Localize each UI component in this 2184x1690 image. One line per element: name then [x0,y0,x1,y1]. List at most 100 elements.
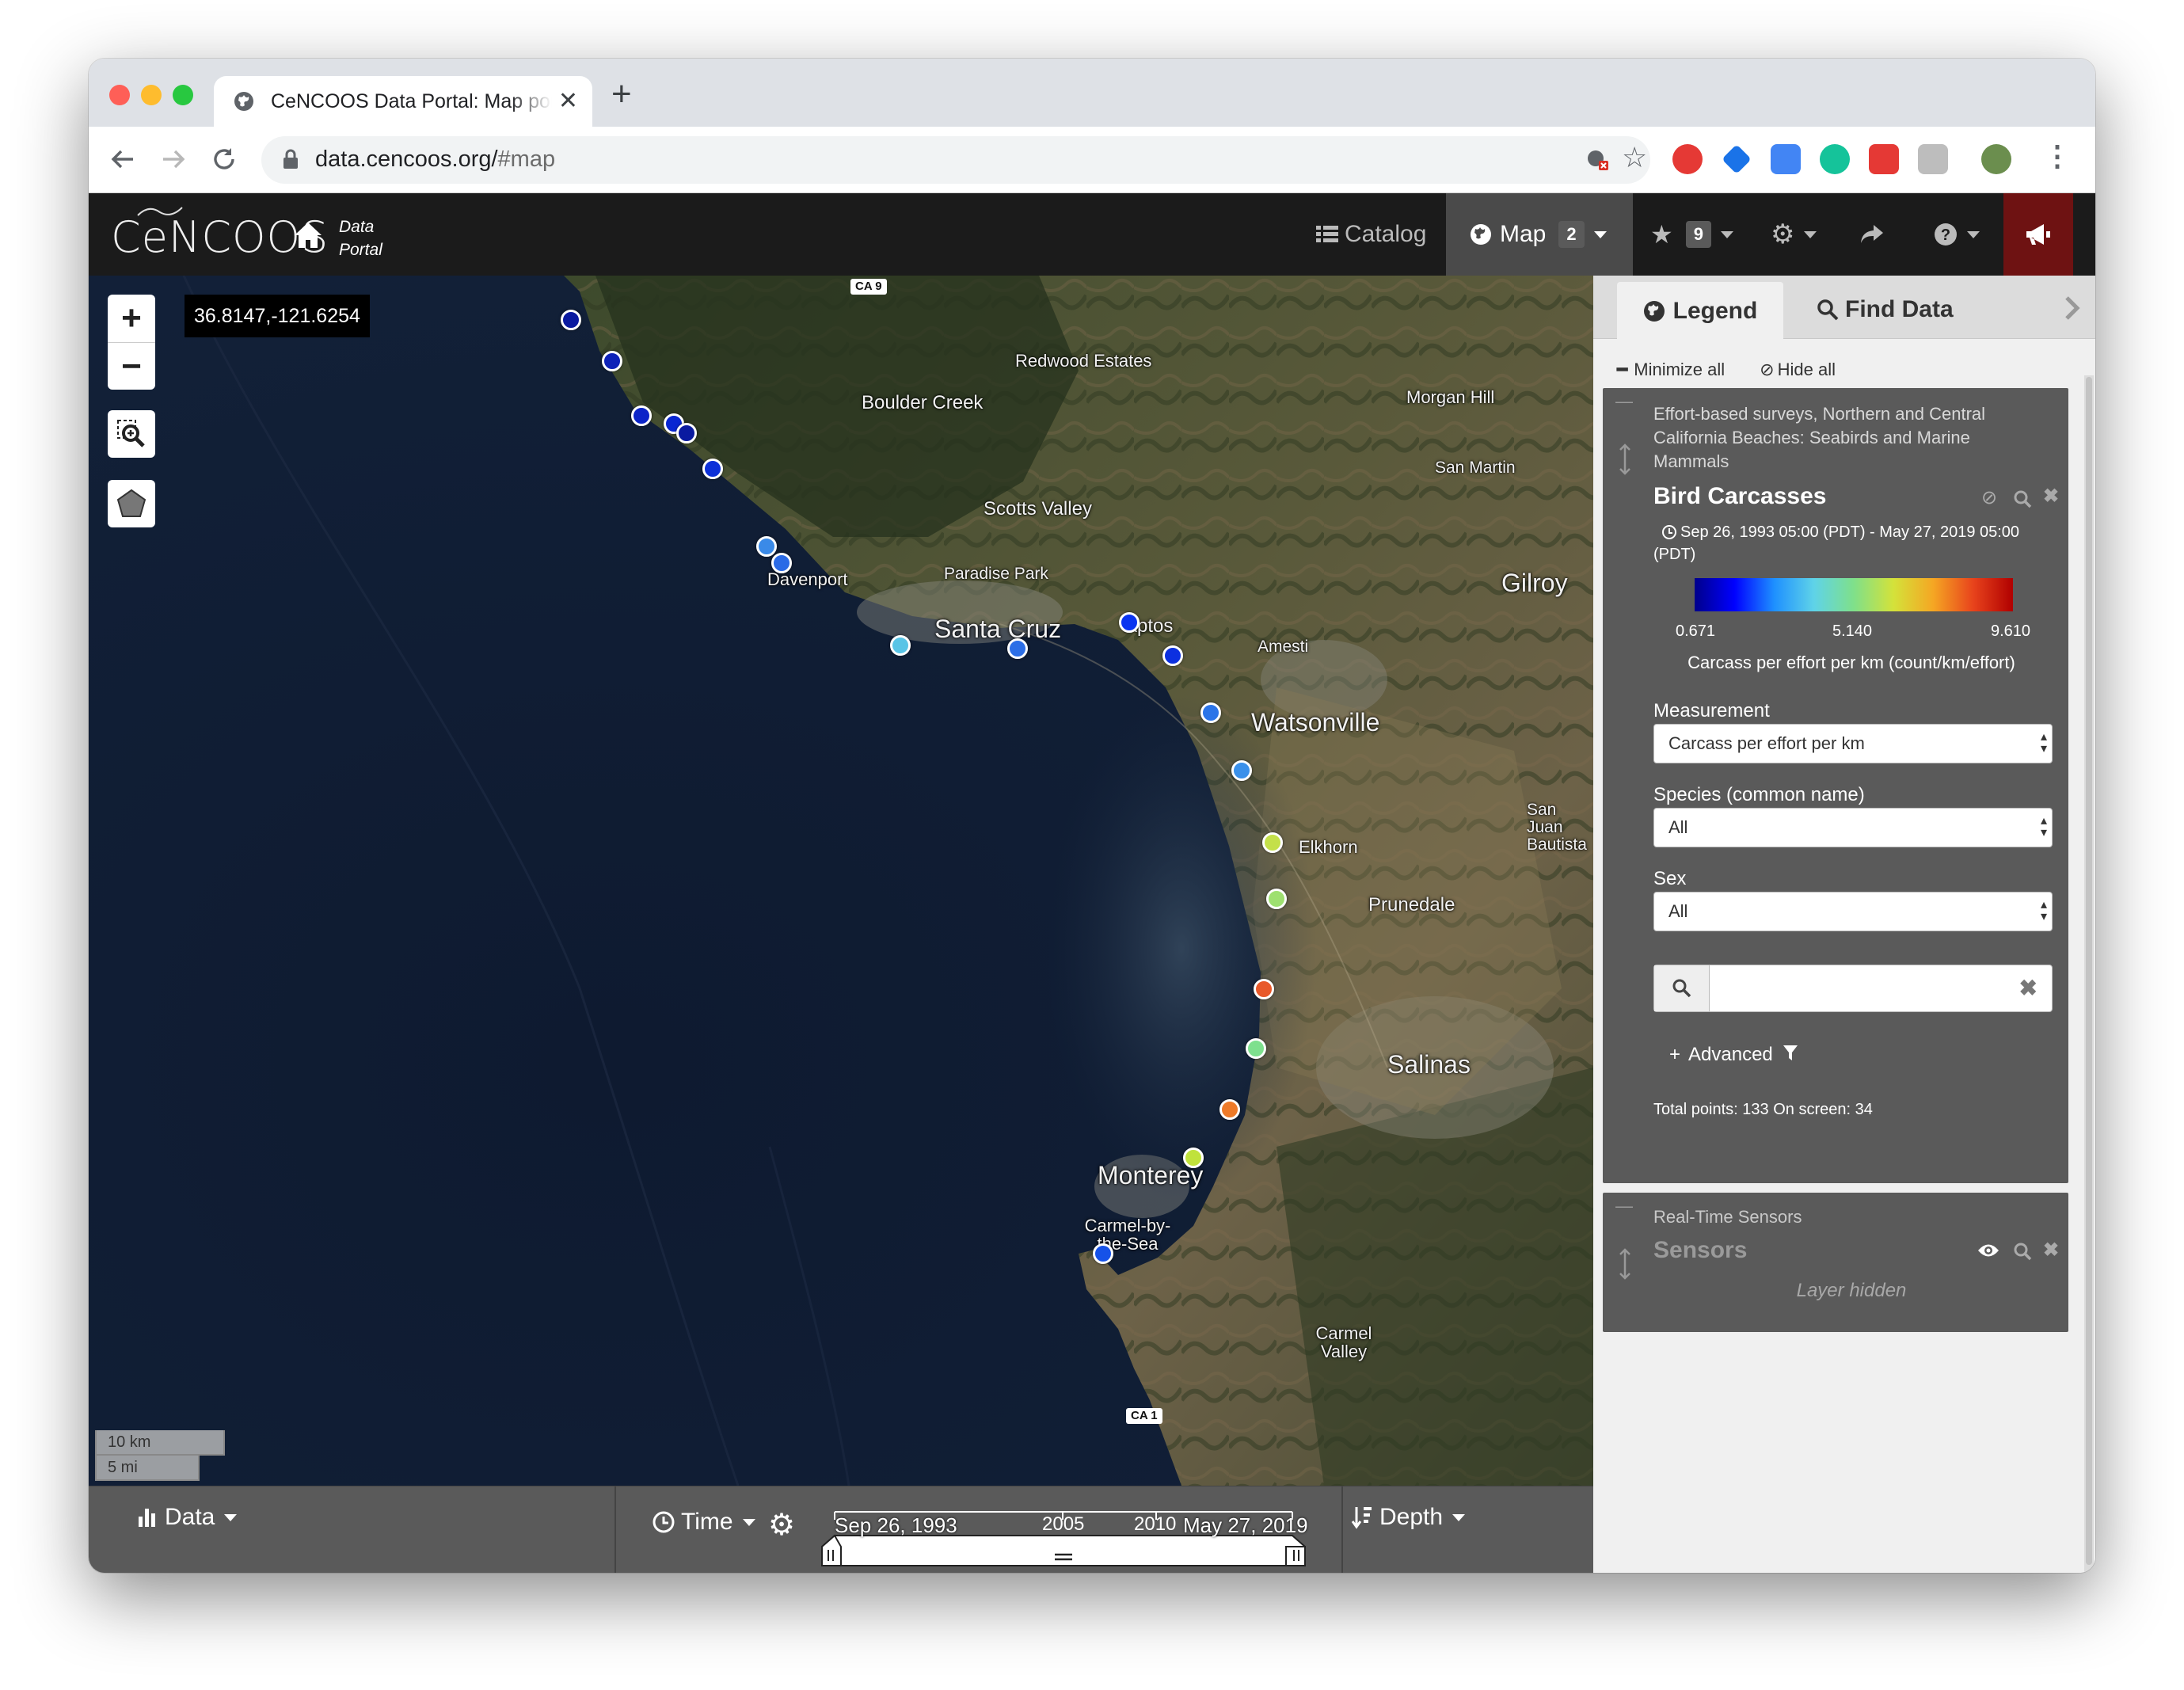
search-icon [1817,299,1839,321]
announcements-button[interactable] [2003,193,2073,276]
remove-layer-icon[interactable]: ✖ [2043,485,2059,508]
data-point-marker[interactable] [1231,760,1252,781]
place-label: Santa Cruz [934,615,1062,643]
css-viewer-extension-icon[interactable] [1918,144,1948,174]
browser-tab[interactable]: CeNCOOS Data Portal: Map portal ✕ [214,76,592,127]
time-dropdown-button[interactable]: Time [653,1509,755,1536]
minimize-layer-icon[interactable]: — [1615,1196,1633,1216]
data-point-marker[interactable] [1266,889,1287,909]
eye-slash-icon: ⊘ [1760,360,1775,379]
google-translate-extension-icon[interactable] [1771,144,1801,174]
star-icon: ★ [1650,220,1673,249]
close-window-button[interactable] [109,85,130,105]
collapse-panel-chevron-icon[interactable] [2064,296,2081,320]
maximize-window-button[interactable] [173,85,193,105]
data-point-marker[interactable] [771,553,792,573]
reload-icon[interactable] [211,146,238,173]
place-label: Paradise Park [944,565,1048,583]
zoom-in-button[interactable]: + [108,295,155,342]
tab-strip: CeNCOOS Data Portal: Map portal ✕ + [89,59,2095,127]
data-point-marker[interactable] [602,351,622,371]
toolbar-divider [614,1486,616,1573]
drag-handle-icon[interactable] [1619,443,1631,475]
tab-close-icon[interactable]: ✕ [558,87,578,115]
browser-toolbar: data.cencoos.org/#map ☆ ⋮ [89,127,2095,193]
megaphone-icon [2026,224,2050,245]
data-point-marker[interactable] [1183,1148,1204,1168]
data-point-marker[interactable] [890,635,911,656]
clear-search-icon[interactable]: ✖ [2019,975,2038,1001]
data-point-marker[interactable] [676,423,697,443]
legend-panel: Legend Find Data ━ Minimize all ⊘ Hide all… [1593,276,2095,1573]
search-icon [1672,979,1691,998]
profile-avatar[interactable] [1981,144,2011,174]
tab-legend[interactable]: Legend [1617,282,1783,341]
data-point-marker[interactable] [1093,1243,1113,1264]
lastpass-extension-icon[interactable] [1869,144,1899,174]
address-bar[interactable]: data.cencoos.org/#map ☆ [261,136,1650,184]
remove-layer-icon[interactable]: ✖ [2043,1239,2059,1262]
species-select[interactable]: All ▴ ▾ [1653,808,2053,847]
forward-arrow-icon[interactable] [160,146,187,173]
eye-icon[interactable] [1977,1242,2000,1259]
data-point-marker[interactable] [1262,832,1283,853]
back-arrow-icon[interactable] [109,146,136,173]
scale-max-label: 9.610 [1991,622,2031,640]
data-point-marker[interactable] [561,310,581,330]
share-nav-button[interactable] [1859,193,1885,276]
measurement-select[interactable]: Carcass per effort per km ▴ ▾ [1653,724,2053,763]
hide-all-button[interactable]: ⊘ Hide all [1760,360,1836,380]
zoom-to-layer-icon[interactable] [2013,1242,2032,1261]
bookmark-star-icon[interactable]: ☆ [1622,141,1647,174]
layer-search-box: ✖ [1653,965,2053,1012]
data-point-marker[interactable] [631,405,652,426]
bluestack-extension-icon[interactable] [1722,144,1752,174]
zoom-to-box-button[interactable] [108,410,155,458]
new-tab-button[interactable]: + [611,74,632,114]
minimize-layer-icon[interactable]: — [1615,391,1633,412]
layer-time-range: Sep 26, 1993 05:00 (PDT) - May 27, 2019 … [1653,523,2020,563]
data-point-marker[interactable] [1162,645,1183,666]
advanced-label: Advanced [1688,1044,1773,1065]
eye-slash-icon[interactable]: ⊘ [1981,486,1997,509]
map-view[interactable]: CA 9 CA 1 Redwood Estates Boulder Creek … [89,276,1593,1486]
help-nav-button[interactable]: ? [1934,193,1980,276]
panel-scrollbar-thumb[interactable] [2086,377,2092,1565]
sex-select[interactable]: All ▴ ▾ [1653,892,2053,931]
minimize-all-button[interactable]: ━ Minimize all [1617,360,1725,380]
data-point-marker[interactable] [1119,612,1140,633]
translate-icon[interactable] [1585,147,1611,173]
time-range-slider[interactable]: Sep 26, 1993 2005 2010 May 27, 2019 [811,1509,1316,1570]
zoom-to-layer-icon[interactable] [2013,489,2032,508]
grammarly-extension-icon[interactable] [1820,144,1850,174]
catalog-nav-button[interactable]: Catalog [1316,193,1426,276]
data-point-marker[interactable] [1219,1099,1240,1120]
sex-value: All [1668,901,1688,921]
adblock-extension-icon[interactable] [1672,144,1703,174]
legend-toolbar: ━ Minimize all ⊘ Hide all [1617,360,1836,380]
draw-polygon-button[interactable] [108,480,155,527]
advanced-filter-button[interactable]: + Advanced [1669,1044,1798,1066]
data-point-marker[interactable] [1007,638,1028,659]
time-tick-2010: 2010 [1134,1513,1177,1535]
depth-dropdown-button[interactable]: Depth [1351,1504,1466,1531]
layer-search-input[interactable] [1716,973,2009,1003]
time-settings-gear-icon[interactable]: ⚙ [768,1507,795,1543]
data-point-marker[interactable] [702,459,723,479]
zoom-out-button[interactable]: − [108,342,155,390]
portal-line-2: Portal [339,241,382,259]
data-point-marker[interactable] [1254,979,1274,999]
browser-menu-icon[interactable]: ⋮ [2043,139,2072,173]
portal-line-1: Data [339,218,375,236]
home-icon[interactable] [293,220,323,250]
drag-handle-icon[interactable] [1619,1248,1631,1280]
favorites-nav-button[interactable]: ★ 9 [1650,193,1733,276]
tab-find-data[interactable]: Find Data [1817,282,1954,337]
minimize-window-button[interactable] [141,85,162,105]
settings-nav-button[interactable]: ⚙ [1771,193,1817,276]
data-point-marker[interactable] [756,536,777,557]
data-dropdown-button[interactable]: Data [138,1504,238,1531]
map-nav-button[interactable]: Map 2 [1446,193,1633,276]
data-point-marker[interactable] [1200,702,1221,723]
data-point-marker[interactable] [1246,1038,1266,1059]
